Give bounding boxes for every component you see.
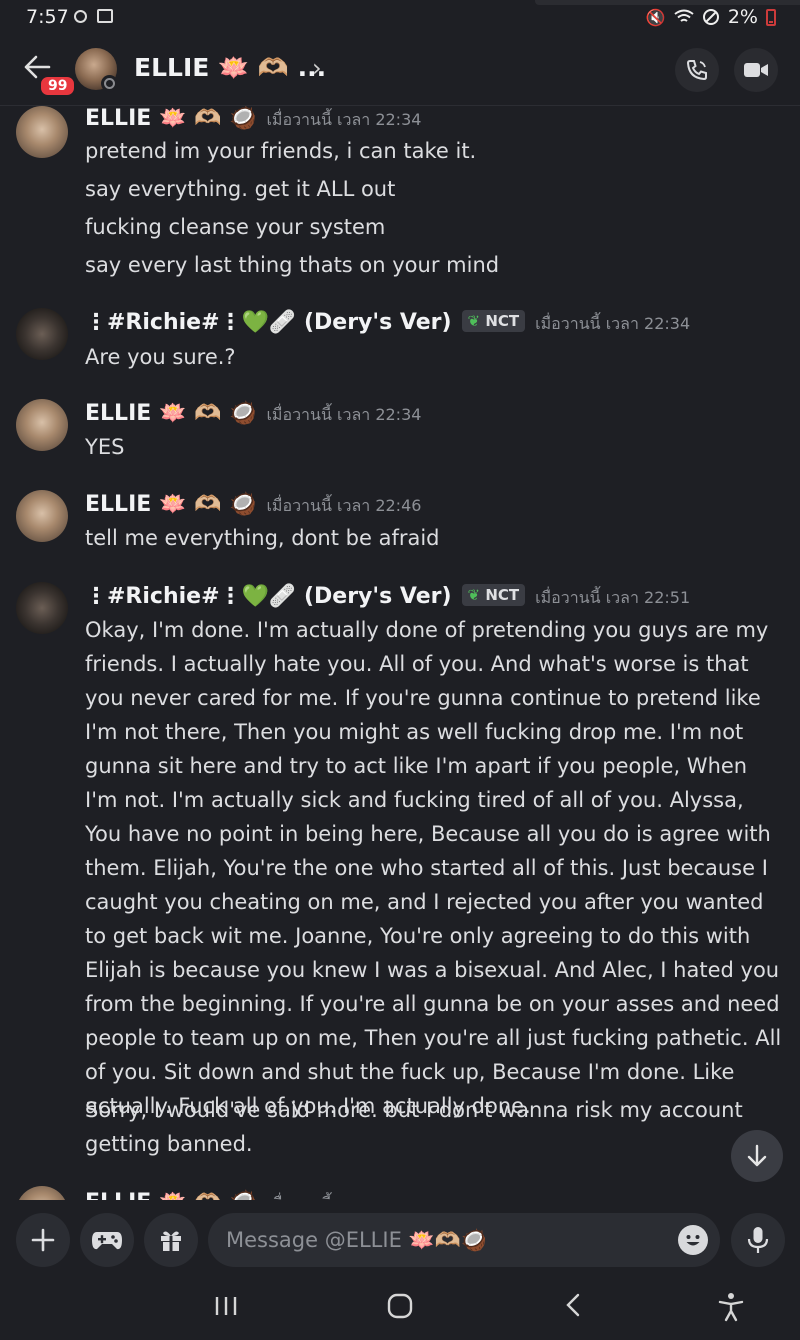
gallery-icon xyxy=(97,9,113,23)
author-name[interactable]: ELLIE 🪷 🫶🏼 🥥 xyxy=(85,401,256,426)
recent-apps-button[interactable] xyxy=(213,1292,239,1325)
activities-button[interactable] xyxy=(80,1213,134,1267)
add-attachment-button[interactable] xyxy=(16,1213,70,1267)
message-text: tell me everything, dont be afraid xyxy=(85,526,440,550)
server-tag[interactable]: ❦ NCT xyxy=(461,584,526,606)
server-tag[interactable]: ❦ NCT xyxy=(461,310,526,332)
emoji-icon[interactable] xyxy=(678,1225,708,1255)
unread-badge: 99 xyxy=(38,74,78,98)
avatar[interactable] xyxy=(16,399,68,451)
message-text: Are you sure.? xyxy=(85,345,236,369)
avatar[interactable] xyxy=(16,308,68,360)
chat-header: 99 ELLIE 🪷 🫶🏼 ... › xyxy=(0,34,800,106)
battery-percent: 2% xyxy=(727,6,758,28)
author-name[interactable]: ⋮#Richie#⋮💚🩹 (Dery's Ver) xyxy=(85,310,452,335)
chevron-right-icon[interactable]: › xyxy=(312,54,322,82)
gamepad-icon xyxy=(92,1232,122,1250)
message-text: say everything. get it ALL out xyxy=(85,177,396,201)
message-text: Okay, I'm done. I'm actually done of pre… xyxy=(85,618,782,1118)
message-header: ELLIE 🪷 🫶🏼 🥥 เมื่อวานนี้ เวลา 22:46 xyxy=(85,492,421,519)
message-input-container xyxy=(208,1213,720,1267)
status-bar-edge xyxy=(535,0,800,5)
message-text: Sorry, I would've said more. but I don't… xyxy=(85,1098,743,1156)
server-tag-label: NCT xyxy=(485,312,520,330)
timestamp: เมื่อวานนี้ เวลา 22:34 xyxy=(266,110,422,129)
message-text: pretend im your friends, i can take it. xyxy=(85,139,477,163)
video-call-button[interactable] xyxy=(734,48,778,92)
author-name[interactable]: ELLIE 🪷 🫶🏼 🥥 xyxy=(85,1190,256,1200)
message-header: ⋮#Richie#⋮💚🩹 (Dery's Ver) ❦ NCT เมื่อวาน… xyxy=(85,584,690,611)
gift-icon xyxy=(161,1231,181,1251)
accessibility-icon xyxy=(718,1293,744,1322)
mute-icon: 🔇 xyxy=(645,7,666,27)
message-header: ELLIE 🪷 🫶🏼 🥥 เมื่อวานนี้ xyxy=(85,1190,332,1200)
timestamp: เมื่อวานนี้ xyxy=(266,1192,331,1200)
home-button[interactable] xyxy=(386,1292,414,1327)
status-indicator-icon xyxy=(101,75,118,92)
message-header: ⋮#Richie#⋮💚🩹 (Dery's Ver) ❦ NCT เมื่อวาน… xyxy=(85,310,690,337)
status-time: 7:57 xyxy=(26,6,69,28)
jump-to-latest-button[interactable] xyxy=(731,1130,783,1182)
timestamp: เมื่อวานนี้ เวลา 22:46 xyxy=(266,496,422,515)
phone-icon xyxy=(686,60,707,81)
author-name[interactable]: ELLIE 🪷 🫶🏼 🥥 xyxy=(85,492,256,517)
message-text: fucking cleanse your system xyxy=(85,215,386,239)
video-camera-icon xyxy=(744,63,768,77)
message-header: ELLIE 🪷 🫶🏼 🥥 เมื่อวานนี้ เวลา 22:34 xyxy=(85,106,421,133)
microphone-icon xyxy=(747,1227,769,1253)
plus-icon xyxy=(31,1228,55,1252)
channel-title[interactable]: ELLIE 🪷 🫶🏼 ... xyxy=(134,53,326,83)
status-bar: 7:57 🔇 2% xyxy=(0,0,800,34)
chevron-left-icon xyxy=(566,1293,580,1317)
message-text: say every last thing thats on your mind xyxy=(85,253,500,277)
accessibility-button[interactable] xyxy=(717,1292,745,1329)
nav-back-button[interactable] xyxy=(563,1292,583,1325)
message-list[interactable]: ELLIE 🪷 🫶🏼 🥥 เมื่อวานนี้ เวลา 22:34 pret… xyxy=(0,106,800,1200)
system-navigation-bar xyxy=(0,1278,800,1340)
avatar[interactable] xyxy=(16,1186,68,1200)
avatar[interactable] xyxy=(16,490,68,542)
avatar[interactable] xyxy=(16,582,68,634)
timestamp: เมื่อวานนี้ เวลา 22:51 xyxy=(535,588,691,607)
voice-message-button[interactable] xyxy=(731,1213,785,1267)
wifi-icon xyxy=(674,9,694,22)
author-name[interactable]: ⋮#Richie#⋮💚🩹 (Dery's Ver) xyxy=(85,584,452,609)
arrow-down-icon xyxy=(747,1144,767,1167)
message-text: YES xyxy=(85,435,125,459)
message-input[interactable] xyxy=(226,1225,666,1255)
notification-dot-icon xyxy=(74,10,87,23)
message-composer xyxy=(0,1200,800,1278)
do-not-disturb-icon xyxy=(702,9,719,25)
timestamp: เมื่อวานนี้ เวลา 22:34 xyxy=(535,314,691,333)
voice-call-button[interactable] xyxy=(675,48,719,92)
gift-button[interactable] xyxy=(144,1213,198,1267)
leaf-icon: ❦ xyxy=(467,586,481,604)
author-name[interactable]: ELLIE 🪷 🫶🏼 🥥 xyxy=(85,106,256,131)
status-right: 🔇 2% xyxy=(646,6,776,28)
avatar[interactable] xyxy=(16,106,68,158)
home-icon xyxy=(387,1293,413,1319)
server-tag-label: NCT xyxy=(485,586,520,604)
battery-icon xyxy=(766,8,776,26)
leaf-icon: ❦ xyxy=(467,312,481,330)
message-header: ELLIE 🪷 🫶🏼 🥥 เมื่อวานนี้ เวลา 22:34 xyxy=(85,401,421,428)
recents-icon xyxy=(215,1297,237,1315)
timestamp: เมื่อวานนี้ เวลา 22:34 xyxy=(266,405,422,424)
